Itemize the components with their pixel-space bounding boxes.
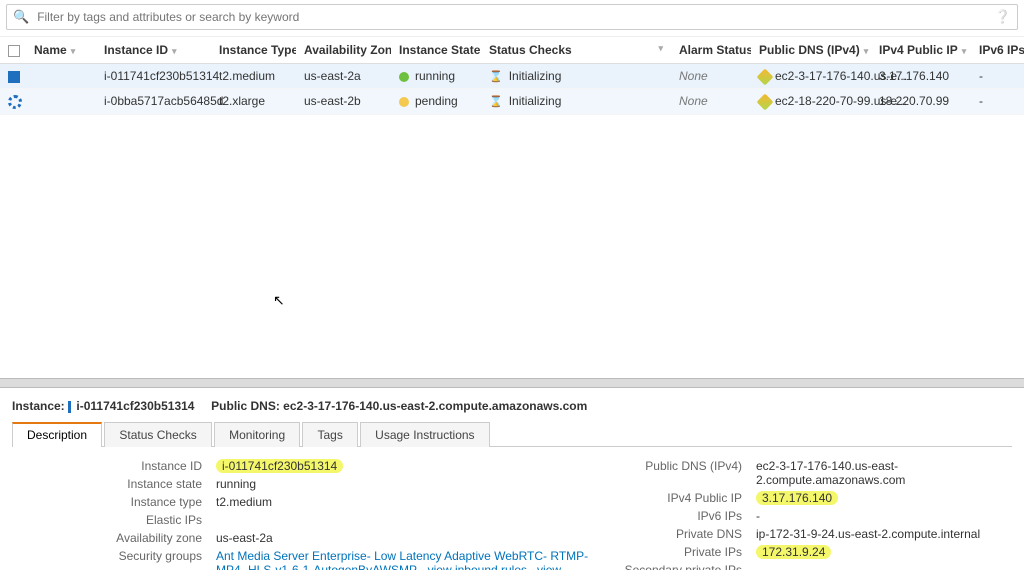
dns-icon [757, 68, 774, 85]
field-value-elastic-ips [216, 513, 592, 527]
column-header-ipv6[interactable]: IPv6 IPs [971, 37, 1024, 64]
details-instance-label: Instance: [12, 399, 65, 413]
cell-public-ip: 3.17.176.140 [871, 64, 971, 89]
column-header-public-dns[interactable]: Public DNS (IPv4)▾ [751, 37, 871, 64]
details-tabs: Description Status Checks Monitoring Tag… [12, 421, 1012, 447]
view-inbound-rules-link[interactable]: view inbound rules [428, 563, 527, 570]
cell-alarm[interactable]: None [671, 64, 751, 89]
help-icon[interactable]: ❔ [995, 9, 1011, 25]
cell-az: us-east-2b [296, 89, 391, 115]
tab-usage-instructions[interactable]: Usage Instructions [360, 422, 489, 447]
cell-public-ip: 18.220.70.99 [871, 89, 971, 115]
tab-monitoring[interactable]: Monitoring [214, 422, 300, 447]
filter-input[interactable] [35, 9, 989, 25]
column-header-alarm[interactable]: Alarm Status [671, 37, 751, 64]
cell-name [26, 64, 96, 89]
field-label: Private DNS [592, 527, 742, 541]
cell-status: ⌛Initializing [481, 89, 671, 115]
cell-state: pending [391, 89, 481, 115]
column-header-name[interactable]: Name▾ [26, 37, 96, 64]
state-dot-icon [399, 72, 409, 82]
cell-instance-type: t2.medium [211, 64, 296, 89]
tab-description[interactable]: Description [12, 422, 102, 447]
details-instance-id: i-011741cf230b51314 [76, 399, 194, 413]
search-icon: 🔍 [13, 9, 29, 25]
column-header-public-ip[interactable]: IPv4 Public IP▾ [871, 37, 971, 64]
field-label: Secondary private IPs [592, 563, 742, 570]
tab-tags[interactable]: Tags [302, 422, 357, 447]
dns-icon [757, 94, 774, 111]
table-row[interactable]: i-0bba5717acb56485d t2.xlarge us-east-2b… [0, 89, 1024, 115]
hourglass-icon: ⌛ [489, 71, 503, 83]
table-header-row: Name▾ Instance ID▾ Instance Type▾ Availa… [0, 37, 1024, 64]
field-label: Instance state [52, 477, 202, 491]
column-header-instance-id[interactable]: Instance ID▾ [96, 37, 211, 64]
field-value-ipv6: - [756, 509, 1012, 523]
hourglass-icon: ⌛ [489, 96, 503, 108]
cell-state: running [391, 64, 481, 89]
row-select-icon[interactable] [0, 89, 26, 115]
field-label: IPv6 IPs [592, 509, 742, 523]
field-value-instance-state: running [216, 477, 592, 491]
field-label: Security groups [52, 549, 202, 570]
details-dns-label: Public DNS: [211, 399, 280, 413]
cell-az: us-east-2a [296, 64, 391, 89]
spinner-icon [8, 95, 22, 109]
mouse-cursor-icon: ↖ [273, 292, 285, 309]
field-label: Private IPs [592, 545, 742, 559]
field-value-security-groups: Ant Media Server Enterprise- Low Latency… [216, 549, 592, 570]
cell-public-dns: ec2-18-220-70-99.us-e... [751, 89, 871, 115]
cell-instance-type: t2.xlarge [211, 89, 296, 115]
row-select-icon[interactable] [0, 64, 26, 89]
description-left-column: Instance ID i-011741cf230b51314 Instance… [52, 459, 592, 570]
column-header-instance-type[interactable]: Instance Type▾ [211, 37, 296, 64]
field-label: Availability zone [52, 531, 202, 545]
field-value-private-dns: ip-172-31-9-24.us-east-2.compute.interna… [756, 527, 1012, 541]
state-dot-icon [399, 97, 409, 107]
security-group-link[interactable]: Ant Media Server Enterprise- Low Latency… [216, 549, 588, 570]
instances-table: Name▾ Instance ID▾ Instance Type▾ Availa… [0, 36, 1024, 115]
field-value-secondary-private-ips [756, 563, 1012, 570]
field-label: Instance type [52, 495, 202, 509]
field-value-instance-type: t2.medium [216, 495, 592, 509]
cell-instance-id: i-0bba5717acb56485d [96, 89, 211, 115]
field-value-public-ip: 3.17.176.140 [756, 491, 1012, 505]
cell-ipv6: - [971, 89, 1024, 115]
cell-public-dns: ec2-3-17-176-140.us-e... [751, 64, 871, 89]
column-header-status-checks[interactable]: Status Checks▾ [481, 37, 671, 64]
column-header-az[interactable]: Availability Zone▾ [296, 37, 391, 64]
field-label: Elastic IPs [52, 513, 202, 527]
details-pane: Instance: i-011741cf230b51314 Public DNS… [0, 389, 1024, 570]
description-right-column: Public DNS (IPv4) ec2-3-17-176-140.us-ea… [592, 459, 1012, 570]
cell-status: ⌛Initializing [481, 64, 671, 89]
details-header: Instance: i-011741cf230b51314 Public DNS… [12, 399, 1012, 413]
field-value-private-ips: 172.31.9.24 [756, 545, 1012, 559]
column-header-state[interactable]: Instance State▾ [391, 37, 481, 64]
description-content: Instance ID i-011741cf230b51314 Instance… [12, 459, 1012, 570]
tab-status-checks[interactable]: Status Checks [104, 422, 211, 447]
field-label: Public DNS (IPv4) [592, 459, 742, 487]
filter-bar[interactable]: 🔍 ❔ [6, 4, 1018, 30]
field-value-instance-id: i-011741cf230b51314 [216, 459, 592, 473]
cell-ipv6: - [971, 64, 1024, 89]
selection-bar-icon [68, 401, 71, 413]
field-value-public-dns: ec2-3-17-176-140.us-east-2.compute.amazo… [756, 459, 1012, 487]
column-header-checkbox[interactable] [0, 37, 26, 64]
pane-splitter[interactable]: • • • [0, 378, 1024, 388]
field-value-az: us-east-2a [216, 531, 592, 545]
cell-instance-id: i-011741cf230b51314 [96, 64, 211, 89]
field-label: IPv4 Public IP [592, 491, 742, 505]
cell-alarm[interactable]: None [671, 89, 751, 115]
table-row[interactable]: i-011741cf230b51314 t2.medium us-east-2a… [0, 64, 1024, 89]
field-label: Instance ID [52, 459, 202, 473]
cell-name [26, 89, 96, 115]
details-dns-value: ec2-3-17-176-140.us-east-2.compute.amazo… [283, 399, 587, 413]
